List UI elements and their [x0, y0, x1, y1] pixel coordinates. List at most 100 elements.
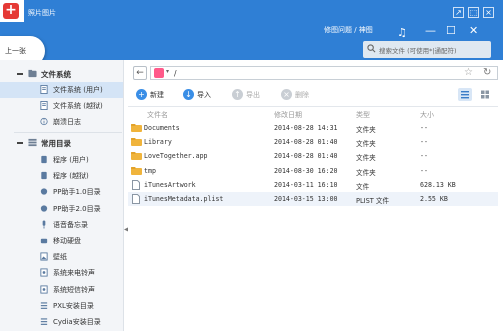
pp-icon: [40, 188, 48, 196]
sidebar-item-label: 程序 (用户): [53, 156, 89, 164]
file-type: 文件: [356, 182, 370, 191]
sidebar-item-common-dir[interactable]: PP助手1.0目录: [0, 184, 123, 200]
back-label: 上一张: [5, 47, 26, 55]
file-list: 文件名 修改日期 类型 大小 Documents 2014-08-28 14:31…: [128, 106, 498, 331]
sidebar-item-common-dir[interactable]: 系统短信铃声: [0, 282, 123, 298]
file-type: 文件夹: [356, 140, 376, 149]
file-row[interactable]: iTunesMetadata.plist 2014-03-15 13:00 PLIS…: [128, 192, 498, 206]
sidebar-group-filesystem[interactable]: 文件系统: [0, 66, 123, 82]
sidebar-item-common-dir[interactable]: 移动硬盘: [0, 233, 123, 249]
file-row[interactable]: iTunesArtwork 2014-03-11 16:10 文件 628.13 KB: [128, 178, 498, 192]
file-list-header: 文件名 修改日期 类型 大小: [128, 107, 498, 121]
close-button[interactable]: ✕: [469, 24, 478, 37]
close-icon[interactable]: ×: [483, 7, 494, 18]
grid-view-button[interactable]: [478, 88, 492, 101]
sidebar-item-label: PP助手1.0目录: [53, 188, 101, 197]
sidebar-item-label: PP助手2.0目录: [53, 204, 101, 213]
sidebar-item-common-dir[interactable]: 语音备忘录: [0, 217, 123, 233]
sidebar-group-label: 文件系统: [41, 70, 71, 79]
folder-icon: [131, 138, 142, 147]
file-name: iTunesArtwork: [144, 180, 196, 189]
folder-icon: [131, 124, 142, 132]
file-size: --: [420, 152, 428, 161]
file-icon: [132, 194, 140, 204]
sidebar-item-common-dir[interactable]: Cydia安装目录: [0, 314, 123, 330]
sidebar-item-common-dir[interactable]: 程序 (越狱): [0, 168, 123, 184]
column-header-size[interactable]: 大小: [420, 110, 434, 120]
sidebar-item-label: 壁纸: [53, 253, 67, 262]
folder-icon: [131, 152, 142, 161]
sidebar-item-common-dir[interactable]: PP助手2.0目录: [0, 201, 123, 217]
sidebar-group-label: 常用目录: [41, 139, 71, 148]
disk-icon: [40, 238, 48, 244]
file-type: 文件夹: [356, 168, 376, 177]
toolbar: + 新建 ↓ 导入 ↑ 导出 × 删除: [128, 86, 498, 104]
popout-icon[interactable]: ↗: [453, 7, 464, 18]
sidebar: 文件系统 文件系统 (用户) 文件系统 (越狱) 崩溃日志 常用目录 程序 (用…: [0, 60, 124, 331]
current-path: /: [174, 69, 177, 78]
nav-back-button[interactable]: ←: [133, 66, 147, 80]
app-icon: [154, 68, 164, 78]
sidebar-item-common-dir[interactable]: PXL安装目录: [0, 298, 123, 314]
file-name: LoveTogether.app: [144, 152, 208, 161]
file-size: 628.13 KB: [420, 180, 456, 189]
collapse-icon[interactable]: [17, 142, 23, 144]
sidebar-item-label: 文件系统 (用户): [53, 86, 103, 94]
path-field[interactable]: ▾ / ☆ ↻: [150, 66, 498, 80]
file-date: 2014-08-28 14:31: [274, 124, 338, 132]
sidebar-item-filesystem-jailbreak[interactable]: 文件系统 (越狱): [0, 98, 123, 114]
list-view-button[interactable]: [458, 88, 472, 101]
app-logo: +: [0, 0, 24, 22]
restore-icon[interactable]: ⬚: [468, 7, 479, 18]
column-header-date[interactable]: 修改日期: [274, 110, 302, 120]
column-header-name[interactable]: 文件名: [147, 110, 168, 120]
file-row[interactable]: Documents 2014-08-28 14:31 文件夹 --: [128, 121, 498, 135]
file-type: PLIST 文件: [356, 197, 390, 205]
file-date: 2014-08-30 16:20: [274, 166, 338, 175]
file-date: 2014-08-28 01:40: [274, 152, 338, 161]
collapse-icon[interactable]: [17, 73, 23, 75]
mic-icon: [42, 220, 46, 229]
column-header-type[interactable]: 类型: [356, 110, 370, 120]
sidebar-item-label: 崩溃日志: [53, 118, 81, 126]
file-row[interactable]: tmp 2014-08-30 16:20 文件夹 --: [128, 164, 498, 178]
file-name: tmp: [144, 166, 156, 175]
sidebar-item-filesystem-user[interactable]: 文件系统 (用户): [0, 82, 123, 98]
file-size: --: [420, 138, 428, 147]
sidebar-item-label: 程序 (越狱): [53, 172, 89, 181]
sidebar-item-label: PXL安装目录: [53, 301, 94, 310]
sidebar-item-common-dir[interactable]: 程序 (用户): [0, 152, 123, 168]
folder-icon: [131, 166, 142, 175]
pp-icon: [40, 204, 48, 212]
search-icon: [367, 44, 376, 53]
file-size: --: [420, 166, 428, 175]
import-icon: ↓: [183, 89, 194, 100]
sidebar-item-crash-logs[interactable]: 崩溃日志: [0, 114, 123, 130]
file-name: iTunesMetadata.plist: [144, 195, 224, 203]
music-note-icon[interactable]: ♫: [397, 26, 407, 39]
sms-tone-icon: [40, 285, 48, 294]
refresh-icon[interactable]: ↻: [483, 67, 491, 78]
star-icon[interactable]: ☆: [464, 67, 473, 78]
sidebar-item-common-dir[interactable]: 系统来电铃声: [0, 265, 123, 281]
sidebar-group-common-dirs[interactable]: 常用目录: [0, 135, 123, 151]
list-icon: [40, 302, 48, 309]
sidebar-item-common-dir[interactable]: 壁纸: [0, 249, 123, 265]
search-box[interactable]: 搜索文件 (可使用*|通配符): [363, 41, 491, 58]
address-bar: ← ▾ / ☆ ↻: [128, 66, 498, 82]
list-group-icon: [28, 138, 37, 147]
export-icon: ↑: [232, 89, 243, 100]
breadcrumb[interactable]: 修图问题 / 神图: [324, 25, 373, 35]
folder-group-icon: [28, 69, 37, 78]
minimize-icon[interactable]: —: [425, 24, 436, 37]
sidebar-item-label: 移动硬盘: [53, 237, 81, 245]
delete-label: 删除: [295, 91, 309, 99]
search-input[interactable]: 搜索文件 (可使用*|通配符): [379, 45, 457, 55]
maximize-icon[interactable]: ☐: [446, 24, 456, 37]
file-row[interactable]: Library 2014-08-28 01:40 文件夹 --: [128, 135, 498, 149]
chevron-down-icon[interactable]: ▾: [166, 68, 169, 75]
file-row[interactable]: LoveTogether.app 2014-08-28 01:40 文件夹 --: [128, 149, 498, 163]
import-label: 导入: [197, 91, 211, 99]
app-icon: [41, 172, 47, 180]
list-icon: [40, 318, 48, 325]
